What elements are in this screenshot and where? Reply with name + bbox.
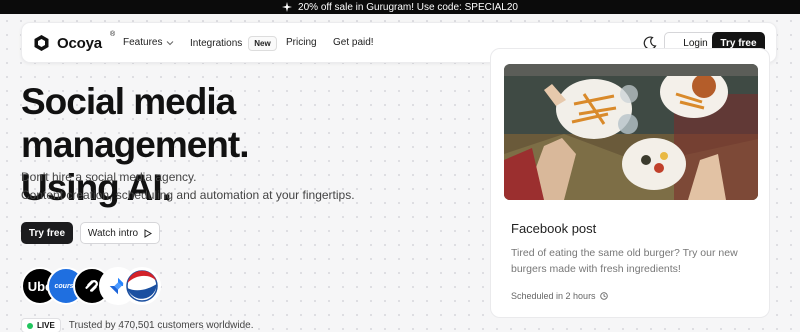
hero-subtitle-line1: Don't hire a social media agency.	[21, 170, 197, 184]
nav-pricing-label: Pricing	[286, 37, 317, 48]
hero-subtitle-line2: Content creation, scheduling and automat…	[21, 188, 355, 202]
sparkle-icon	[282, 2, 293, 12]
brand-name: Ocoya	[57, 34, 102, 52]
live-dot-icon	[27, 322, 33, 329]
nav-features-label: Features	[123, 37, 163, 48]
clock-icon	[599, 292, 608, 300]
hero-title-line1: Social media management.	[21, 81, 250, 165]
promo-text: 20% off sale in Gurugram! Use code: SPEC…	[298, 1, 518, 13]
hero-try-free-button[interactable]: Try free	[21, 222, 73, 244]
facebook-post-card[interactable]: Facebook post Tired of eating the same o…	[490, 48, 770, 318]
social-proof: LIVE Trusted by 470,501 customers worldw…	[21, 318, 254, 332]
card-title: Facebook post	[511, 221, 597, 236]
chevron-down-icon	[167, 40, 174, 45]
brand-logo[interactable]: Ocoya ®	[33, 31, 115, 52]
ocoya-logo-icon	[34, 35, 49, 51]
trusted-text: Trusted by 470,501 customers worldwide.	[68, 320, 254, 331]
pepsi-logo	[123, 267, 161, 305]
new-badge: New	[248, 36, 277, 51]
registered-mark: ®	[110, 31, 116, 38]
nav-pricing[interactable]: Pricing	[286, 37, 317, 48]
nav-get-paid-label: Get paid!	[333, 37, 374, 48]
nav-get-paid[interactable]: Get paid!	[333, 37, 374, 48]
promo-banner[interactable]: 20% off sale in Gurugram! Use code: SPEC…	[0, 0, 800, 14]
scheduled-text: Scheduled in 2 hours	[511, 291, 596, 301]
post-image	[504, 64, 758, 200]
nav-features[interactable]: Features	[123, 37, 174, 48]
customer-logos: Ube course	[21, 267, 161, 305]
play-icon	[144, 228, 153, 238]
nav-integrations[interactable]: Integrations New	[190, 36, 277, 51]
nav-integrations-label: Integrations	[190, 38, 243, 49]
card-body: Tired of eating the same old burger? Try…	[511, 247, 738, 275]
live-badge: LIVE	[21, 318, 61, 332]
food-photo	[504, 64, 758, 200]
watch-intro-label: Watch intro	[87, 227, 139, 239]
scheduled-label: Scheduled in 2 hours	[511, 291, 608, 301]
pepsi-icon	[126, 270, 158, 302]
live-label: LIVE	[37, 321, 55, 330]
watch-intro-button[interactable]: Watch intro	[80, 222, 160, 244]
